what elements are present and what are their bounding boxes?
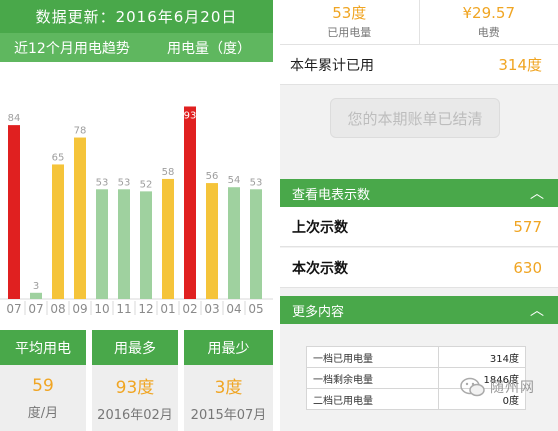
watermark: 随州网	[460, 376, 535, 398]
last-reading-row: 上次示数 577	[280, 207, 558, 247]
bar-value-label: 78	[74, 126, 87, 137]
trend-unit: 用电量（度）	[167, 40, 251, 57]
chart-bar	[184, 106, 196, 299]
usage-summary: 53度 已用电量 ¥29.57 电费	[280, 0, 558, 45]
used-power-value: 53度	[332, 4, 367, 22]
month-tick-label: 02	[182, 302, 197, 316]
month-tick-label: 03	[204, 302, 219, 316]
year-total-label: 本年累计已用	[290, 57, 374, 74]
bill-settled-button[interactable]: 您的本期账单已结清	[330, 98, 500, 138]
chart-bar	[118, 189, 130, 299]
current-reading-row: 本次示数 630	[280, 248, 558, 288]
stat-max-unit: 2016年02月	[97, 408, 173, 423]
year-total-row: 本年累计已用 314度	[280, 45, 558, 85]
fee-value: ¥29.57	[462, 4, 516, 22]
fee-label: 电费	[477, 26, 500, 39]
last-reading-label: 上次示数	[292, 219, 348, 236]
meter-reading-section-header[interactable]: 查看电表示数 ︿	[280, 179, 558, 207]
stat-min-unit: 2015年07月	[190, 408, 267, 423]
month-tick-label: 12	[138, 302, 153, 316]
chart-bar	[96, 189, 108, 299]
month-tick-label: 07	[6, 302, 21, 316]
more-section-title: 更多内容	[292, 304, 345, 320]
stat-min-value: 3度	[214, 378, 243, 398]
month-tick-label: 11	[116, 302, 131, 316]
chart-bar	[140, 191, 152, 299]
more-content-section-header[interactable]: 更多内容 ︿	[280, 296, 558, 324]
chart-bar	[8, 125, 20, 299]
tier-label: 一档已用电量	[306, 346, 439, 368]
chart-bar	[206, 183, 218, 299]
wechat-icon	[460, 377, 485, 397]
monthly-usage-chart: 84 07 3 07 65 08 78 09 53 10 53 11 52 12 58 01 93 02 56 03 5…	[0, 106, 273, 316]
bill-detail-panel: 53度 已用电量 ¥29.57 电费 本年累计已用 314度 您的本期账单已结清…	[280, 0, 558, 431]
stat-average-value: 59	[32, 375, 54, 396]
stat-max-head: 用最多	[92, 330, 178, 365]
bar-value-label: 53	[96, 177, 109, 188]
chevron-up-icon[interactable]: ︿	[530, 183, 544, 203]
bar-value-label: 53	[118, 177, 131, 188]
stat-average-head: 平均用电	[0, 330, 86, 365]
chart-bar	[162, 178, 174, 299]
tier-label: 一档剩余电量	[306, 367, 439, 389]
chart-bar	[52, 164, 64, 299]
panel-divider	[273, 0, 280, 431]
chart-bar	[228, 187, 240, 299]
bar-value-label: 65	[52, 152, 65, 163]
used-power-label: 已用电量	[327, 26, 372, 39]
stat-min-head: 用最少	[184, 330, 273, 365]
bar-value-label: 93	[184, 110, 197, 121]
month-tick-label: 04	[226, 302, 241, 316]
stat-average: 平均用电 59 度/月	[0, 330, 86, 431]
bar-value-label: 58	[162, 167, 175, 178]
chart-bar	[30, 292, 42, 299]
stat-max-value: 93度	[115, 378, 155, 398]
chart-bar	[74, 137, 86, 299]
bar-value-label: 52	[140, 179, 153, 190]
usage-trend-panel: 数据更新：2016年6月20日 近12个月用电趋势 用电量（度） 84 07 3 07…	[0, 0, 273, 431]
bar-value-label: 54	[228, 175, 241, 186]
stat-max: 用最多 93度 2016年02月	[92, 330, 178, 431]
tier-value: 314度	[437, 346, 527, 368]
year-total-value: 314度	[498, 56, 542, 74]
current-reading-value: 630	[513, 258, 542, 277]
month-tick-label: 01	[160, 302, 175, 316]
chart-bar	[250, 189, 262, 299]
month-tick-label: 05	[248, 302, 263, 316]
month-tick-label: 09	[72, 302, 87, 316]
month-tick-label: 07	[28, 302, 43, 316]
trend-title: 近12个月用电趋势	[14, 40, 130, 57]
tier-label: 二档已用电量	[306, 388, 439, 410]
bar-value-label: 84	[8, 113, 21, 124]
stat-average-unit: 度/月	[27, 405, 59, 421]
stat-min: 用最少 3度 2015年07月	[184, 330, 273, 431]
trend-subheader: 近12个月用电趋势 用电量（度）	[0, 33, 273, 62]
data-update-header: 数据更新：2016年6月20日	[0, 0, 273, 33]
month-tick-label: 08	[50, 302, 65, 316]
bar-value-label: 56	[206, 171, 219, 182]
watermark-text: 随州网	[490, 380, 535, 396]
current-reading-label: 本次示数	[292, 260, 348, 277]
table-row: 一档已用电量 314度	[306, 346, 527, 368]
month-tick-label: 10	[94, 302, 109, 316]
bar-value-label: 3	[33, 281, 39, 292]
chevron-up-icon[interactable]: ︿	[530, 300, 544, 320]
meter-section-title: 查看电表示数	[292, 187, 371, 203]
bar-value-label: 53	[250, 177, 263, 188]
last-reading-value: 577	[513, 217, 542, 236]
